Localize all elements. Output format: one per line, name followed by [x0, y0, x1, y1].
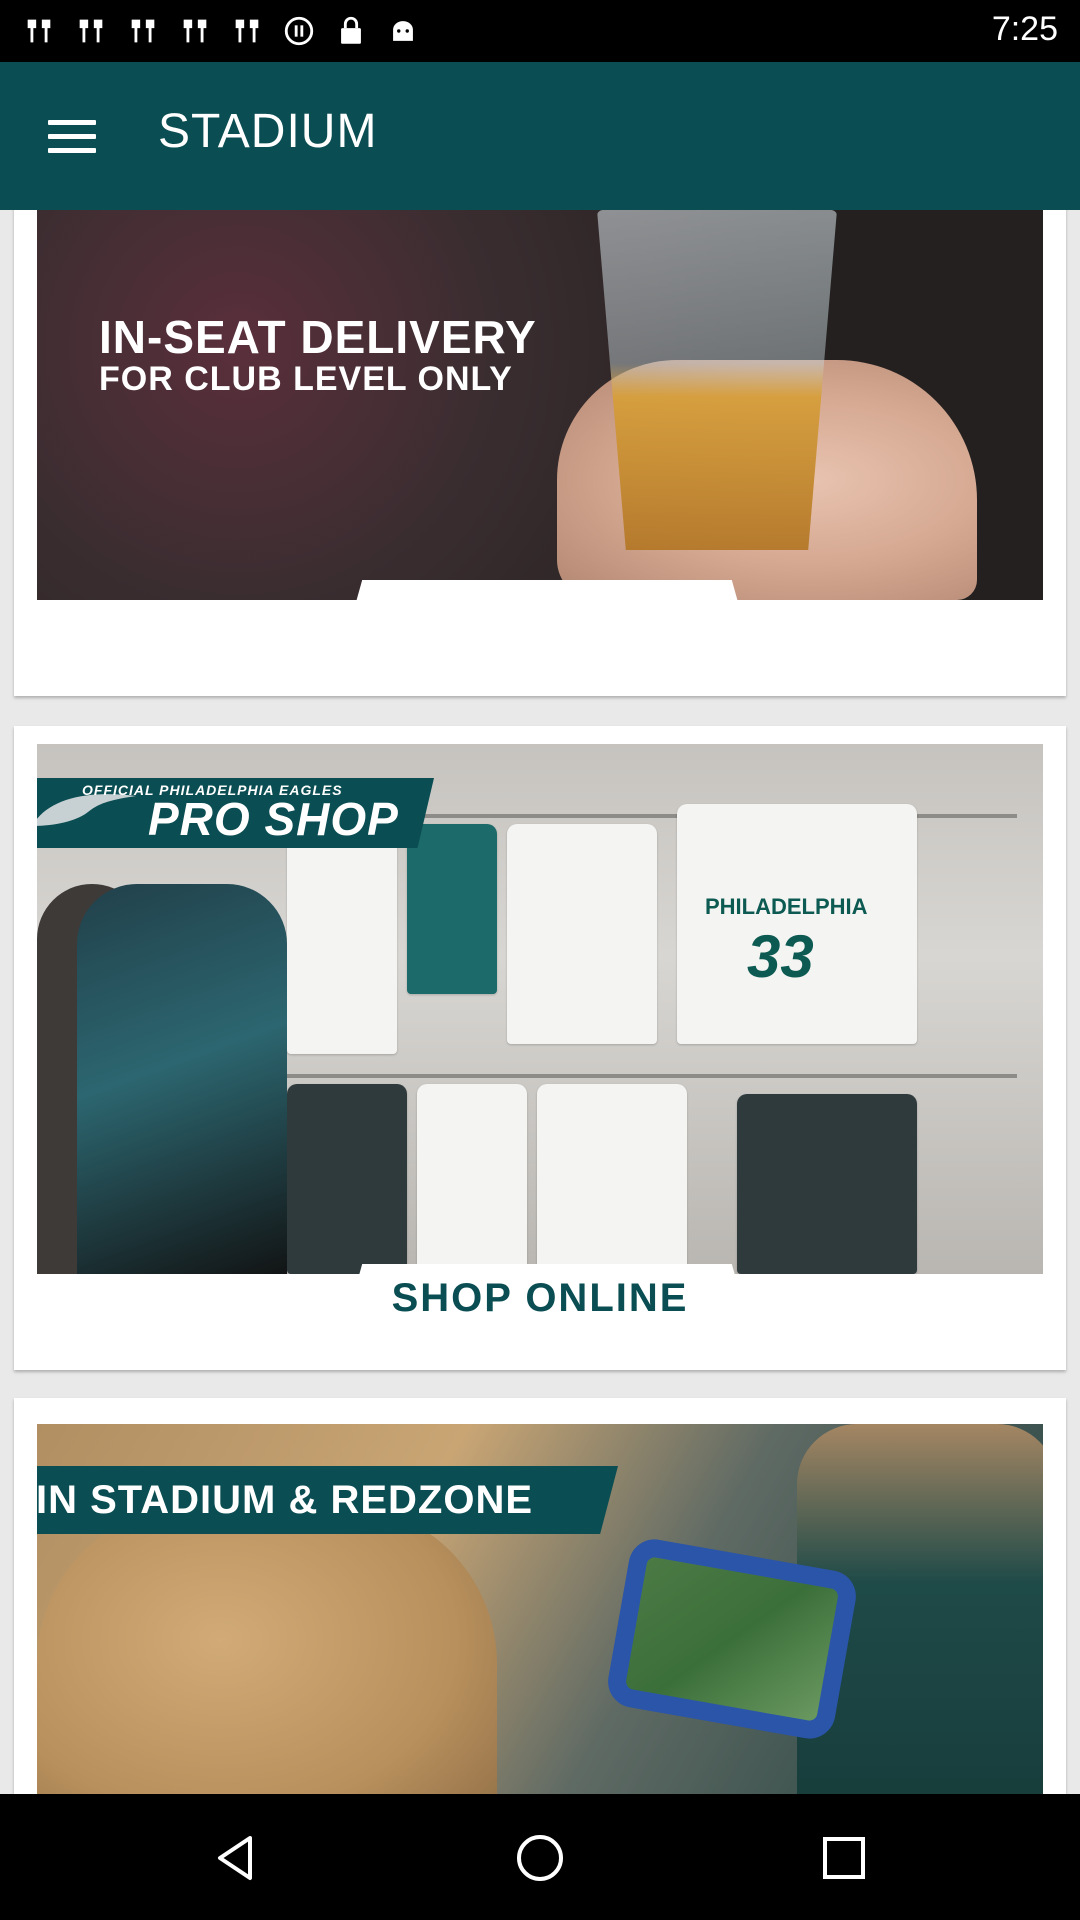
jersey-text: PHILADELPHIA [705, 894, 868, 919]
media-icon [284, 16, 314, 46]
notification-icon [131, 19, 155, 43]
status-icons [22, 14, 420, 48]
in-stadium-redzone-image: IN STADIUM & REDZONE [37, 1424, 1043, 1794]
in-stadium-redzone-card[interactable]: IN STADIUM & REDZONE [14, 1398, 1066, 1794]
hamburger-menu-icon[interactable] [36, 106, 108, 166]
shirt [287, 1084, 407, 1274]
in-seat-delivery-image: IN-SEAT DELIVERY FOR CLUB LEVEL ONLY [37, 210, 1043, 600]
pro-shop-label: PRO SHOP [148, 793, 399, 845]
notification-icon [235, 19, 259, 43]
in-seat-delivery-headline: IN-SEAT DELIVERY [99, 311, 537, 363]
content-list[interactable]: IN-SEAT DELIVERY FOR CLUB LEVEL ONLY PHI… [0, 210, 1080, 1794]
back-icon[interactable] [210, 1832, 262, 1884]
clothing-rack [277, 1074, 1017, 1078]
pro-shop-banner: OFFICIAL PHILADELPHIA EAGLES PRO SHOP [37, 778, 434, 848]
shirt [507, 824, 657, 1044]
status-bar: 7:25 [0, 0, 1080, 62]
notification-icon [27, 19, 51, 43]
shop-online-link[interactable]: SHOP ONLINE [14, 1276, 1066, 1321]
navigation-bar [0, 1794, 1080, 1920]
shirt [737, 1094, 917, 1274]
shirt [537, 1084, 687, 1274]
lock-icon [341, 16, 361, 44]
shirt [417, 1084, 527, 1274]
shirt [407, 824, 497, 994]
home-icon[interactable] [514, 1832, 566, 1884]
shirt [287, 824, 397, 1054]
pro-shop-card[interactable]: PHILADELPHIA 33 OFFICIAL PHILADELPHIA EA… [14, 726, 1066, 1370]
app-bar: STADIUM [0, 62, 1080, 210]
status-time: 7:25 [991, 10, 1058, 48]
image-notch [353, 580, 741, 600]
recent-apps-icon[interactable] [818, 1832, 870, 1884]
jersey-number: 33 [747, 923, 814, 990]
in-seat-delivery-subheadline: FOR CLUB LEVEL ONLY [99, 360, 513, 398]
android-icon [393, 21, 413, 41]
redzone-banner: IN STADIUM & REDZONE [37, 1466, 618, 1534]
jersey-shirt: PHILADELPHIA 33 [677, 804, 917, 1044]
in-seat-delivery-card[interactable]: IN-SEAT DELIVERY FOR CLUB LEVEL ONLY [14, 210, 1066, 696]
phone-screen [624, 1556, 840, 1722]
notification-icon [79, 19, 103, 43]
page-title: STADIUM [158, 105, 378, 158]
notification-icon [183, 19, 207, 43]
fan-head [37, 1504, 497, 1794]
person [77, 884, 287, 1274]
image-notch [353, 1264, 741, 1274]
redzone-label: IN STADIUM & REDZONE [37, 1478, 534, 1522]
beer-cup-graphic [597, 210, 837, 550]
pro-shop-image: PHILADELPHIA 33 OFFICIAL PHILADELPHIA EA… [37, 744, 1043, 1274]
